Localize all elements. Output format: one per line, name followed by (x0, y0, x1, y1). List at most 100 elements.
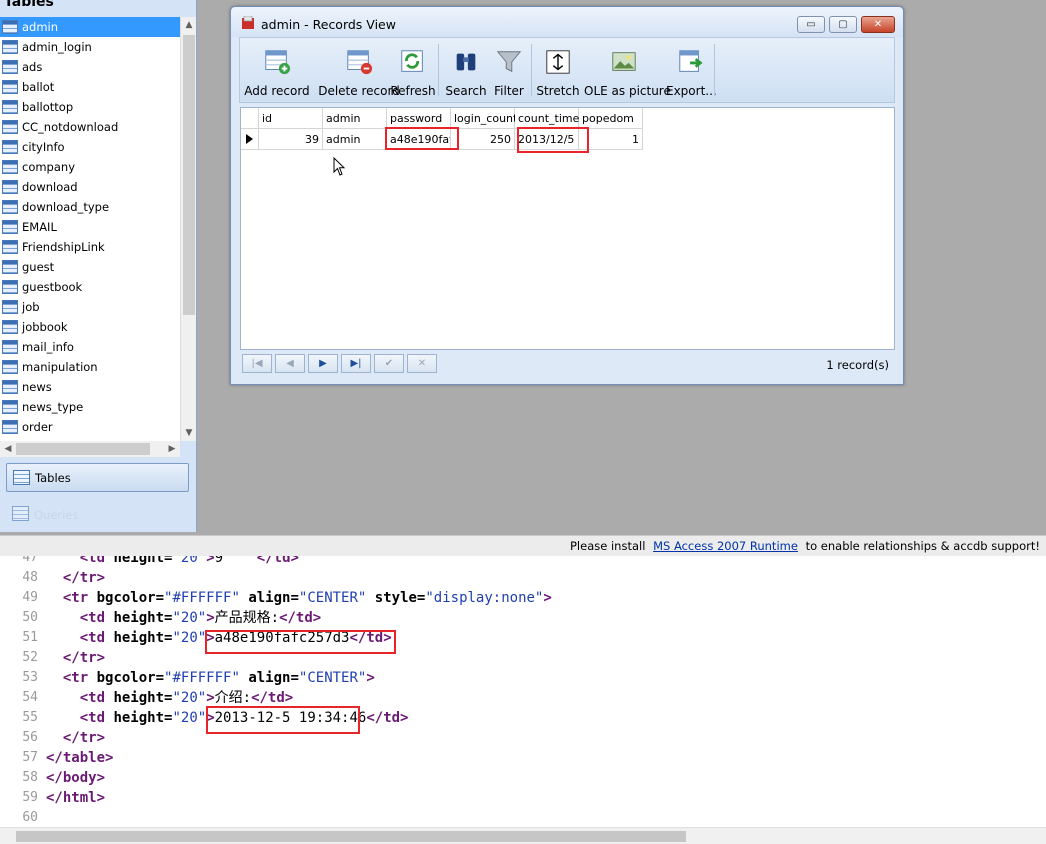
sidebar-item-friendshiplink[interactable]: FriendshipLink (0, 237, 180, 257)
add-record-button[interactable]: Add record (240, 44, 314, 100)
nav-tables-button[interactable]: Tables (6, 463, 189, 492)
current-row-indicator[interactable] (241, 129, 259, 150)
sidebar-item-cityinfo[interactable]: cityInfo (0, 137, 180, 157)
table-icon (2, 220, 18, 234)
add-record-icon (265, 50, 291, 75)
database-icon (242, 16, 254, 29)
next-record-button[interactable]: ▶ (308, 354, 338, 373)
cell-id[interactable]: 39 (259, 129, 323, 150)
column-header-id[interactable]: id (259, 108, 323, 129)
sidebar-item-cc_notdownload[interactable]: CC_notdownload (0, 117, 180, 137)
code-line: 56 </tr> (0, 728, 1046, 748)
access-runtime-link[interactable]: MS Access 2007 Runtime (653, 539, 798, 553)
access-viewer-app: Tables admin admin_loginads ballot ballotto… (0, 0, 1046, 556)
refresh-button[interactable]: Refresh (390, 44, 436, 100)
sidebar-item-download[interactable]: download (0, 177, 180, 197)
toolbar-button-label: Filter (494, 84, 524, 98)
column-header-login-count[interactable]: login_count (451, 108, 517, 129)
sidebar-item-ballottop[interactable]: ballottop (0, 97, 180, 117)
sidebar-item-manipulation[interactable]: manipulation (0, 357, 180, 377)
sidebar-item-jobbook[interactable]: jobbook (0, 317, 180, 337)
column-header-admin[interactable]: admin (323, 108, 387, 129)
grid-corner (241, 108, 259, 129)
cell-login-count[interactable]: 250 (451, 129, 515, 150)
code-line: 53 <tr bgcolor="#FFFFFF" align="CENTER"> (0, 668, 1046, 688)
sidebar-item-label: admin_login (22, 40, 92, 54)
status-suffix: to enable relationships & accdb support! (805, 539, 1040, 553)
sidebar-item-label: FriendshipLink (22, 240, 105, 254)
scroll-down-icon[interactable]: ▼ (181, 425, 197, 441)
code-text: </tr> (62, 730, 106, 746)
post-edit-button[interactable]: ✔ (374, 354, 404, 373)
table-icon (2, 360, 18, 374)
sidebar-item-label: mail_info (22, 340, 74, 354)
query-icon (12, 506, 29, 521)
sidebar-item-label: company (22, 160, 76, 174)
table-list-vertical-scrollbar[interactable]: ▲ ▼ (180, 17, 196, 441)
line-number: 51 (22, 630, 38, 645)
sidebar-item-admin[interactable]: admin (0, 17, 180, 37)
sidebar-item-guestbook[interactable]: guestbook (0, 277, 180, 297)
sidebar-item-label: ballot (22, 80, 55, 94)
export-button[interactable]: Export... (666, 44, 717, 100)
filter-button[interactable]: Filter (490, 44, 528, 100)
ole-as-picture-button[interactable]: OLE as picture (584, 44, 671, 100)
sidebar-item-download_type[interactable]: download_type (0, 197, 180, 217)
previous-record-button[interactable]: ◀ (275, 354, 305, 373)
sidebar-item-company[interactable]: company (0, 157, 180, 177)
line-number: 49 (22, 590, 38, 605)
sidebar-item-ballot[interactable]: ballot (0, 77, 180, 97)
refresh-icon (401, 50, 423, 72)
maximize-button[interactable]: ▢ (829, 16, 857, 33)
code-line: 50 <td height="20">产品规格:</td> (0, 608, 1046, 628)
nav-queries-button[interactable]: Queries (6, 500, 189, 529)
editor-horizontal-scrollbar[interactable] (0, 827, 1046, 844)
sidebar-item-news_type[interactable]: news_type (0, 397, 180, 417)
status-bar: Please install MS Access 2007 Runtime to… (0, 535, 1046, 556)
scroll-thumb[interactable] (183, 35, 195, 315)
cancel-edit-button[interactable]: ✕ (407, 354, 437, 373)
sidebar-item-news[interactable]: news (0, 377, 180, 397)
sidebar-item-label: ballottop (22, 100, 74, 114)
scroll-thumb[interactable] (16, 831, 686, 842)
last-record-button[interactable]: ▶| (341, 354, 371, 373)
sidebar-item-email[interactable]: EMAIL (0, 217, 180, 237)
sidebar-item-label: news (22, 380, 52, 394)
line-number: 58 (22, 770, 38, 785)
column-header-password[interactable]: password (387, 108, 451, 129)
code-editor[interactable]: 47 <td height="20">9 </td> 48 </tr> 49 <tr… (0, 556, 1046, 844)
sidebar-item-order[interactable]: order (0, 417, 180, 437)
code-text: <td height="20">产品规格:</td> (79, 610, 322, 626)
search-button[interactable]: Search (445, 44, 487, 100)
code-text: </body> (46, 770, 106, 786)
sidebar-item-ads[interactable]: ads (0, 57, 180, 77)
cell-admin[interactable]: admin (323, 129, 387, 150)
toolbar-button-label: Add record (244, 84, 310, 98)
sidebar-item-admin_login[interactable]: admin_login (0, 37, 180, 57)
table-icon (2, 240, 18, 254)
sidebar-item-guest[interactable]: guest (0, 257, 180, 277)
scroll-up-icon[interactable]: ▲ (181, 17, 197, 33)
first-record-button[interactable]: |◀ (242, 354, 272, 373)
stretch-button[interactable]: Stretch (536, 44, 580, 100)
binoculars-icon (456, 53, 476, 71)
minimize-button[interactable]: ▭ (797, 16, 825, 33)
close-button[interactable]: ✕ (861, 16, 895, 33)
table-icon (2, 400, 18, 414)
table-icon (2, 20, 18, 34)
sidebar-item-mail_info[interactable]: mail_info (0, 337, 180, 357)
toolbar-button-label: Export... (666, 84, 717, 98)
window-titlebar[interactable]: admin - Records View ▭ ▢ ✕ (231, 7, 903, 37)
toolbar-separator (438, 44, 439, 96)
objects-sidebar: Tables admin admin_loginads ballot ballotto… (0, 0, 197, 532)
table-list-horizontal-scrollbar[interactable]: ◀ ▶ (0, 441, 180, 457)
sidebar-item-label: admin (22, 20, 59, 34)
scroll-right-icon[interactable]: ▶ (164, 441, 180, 457)
sidebar-item-label: order (22, 420, 53, 434)
sidebar-item-job[interactable]: job (0, 297, 180, 317)
scroll-thumb[interactable] (16, 443, 150, 455)
scroll-left-icon[interactable]: ◀ (0, 441, 16, 457)
column-header-popedom[interactable]: popedom (579, 108, 643, 129)
column-header-count-time[interactable]: count_time (515, 108, 579, 129)
table-icon (2, 420, 18, 434)
